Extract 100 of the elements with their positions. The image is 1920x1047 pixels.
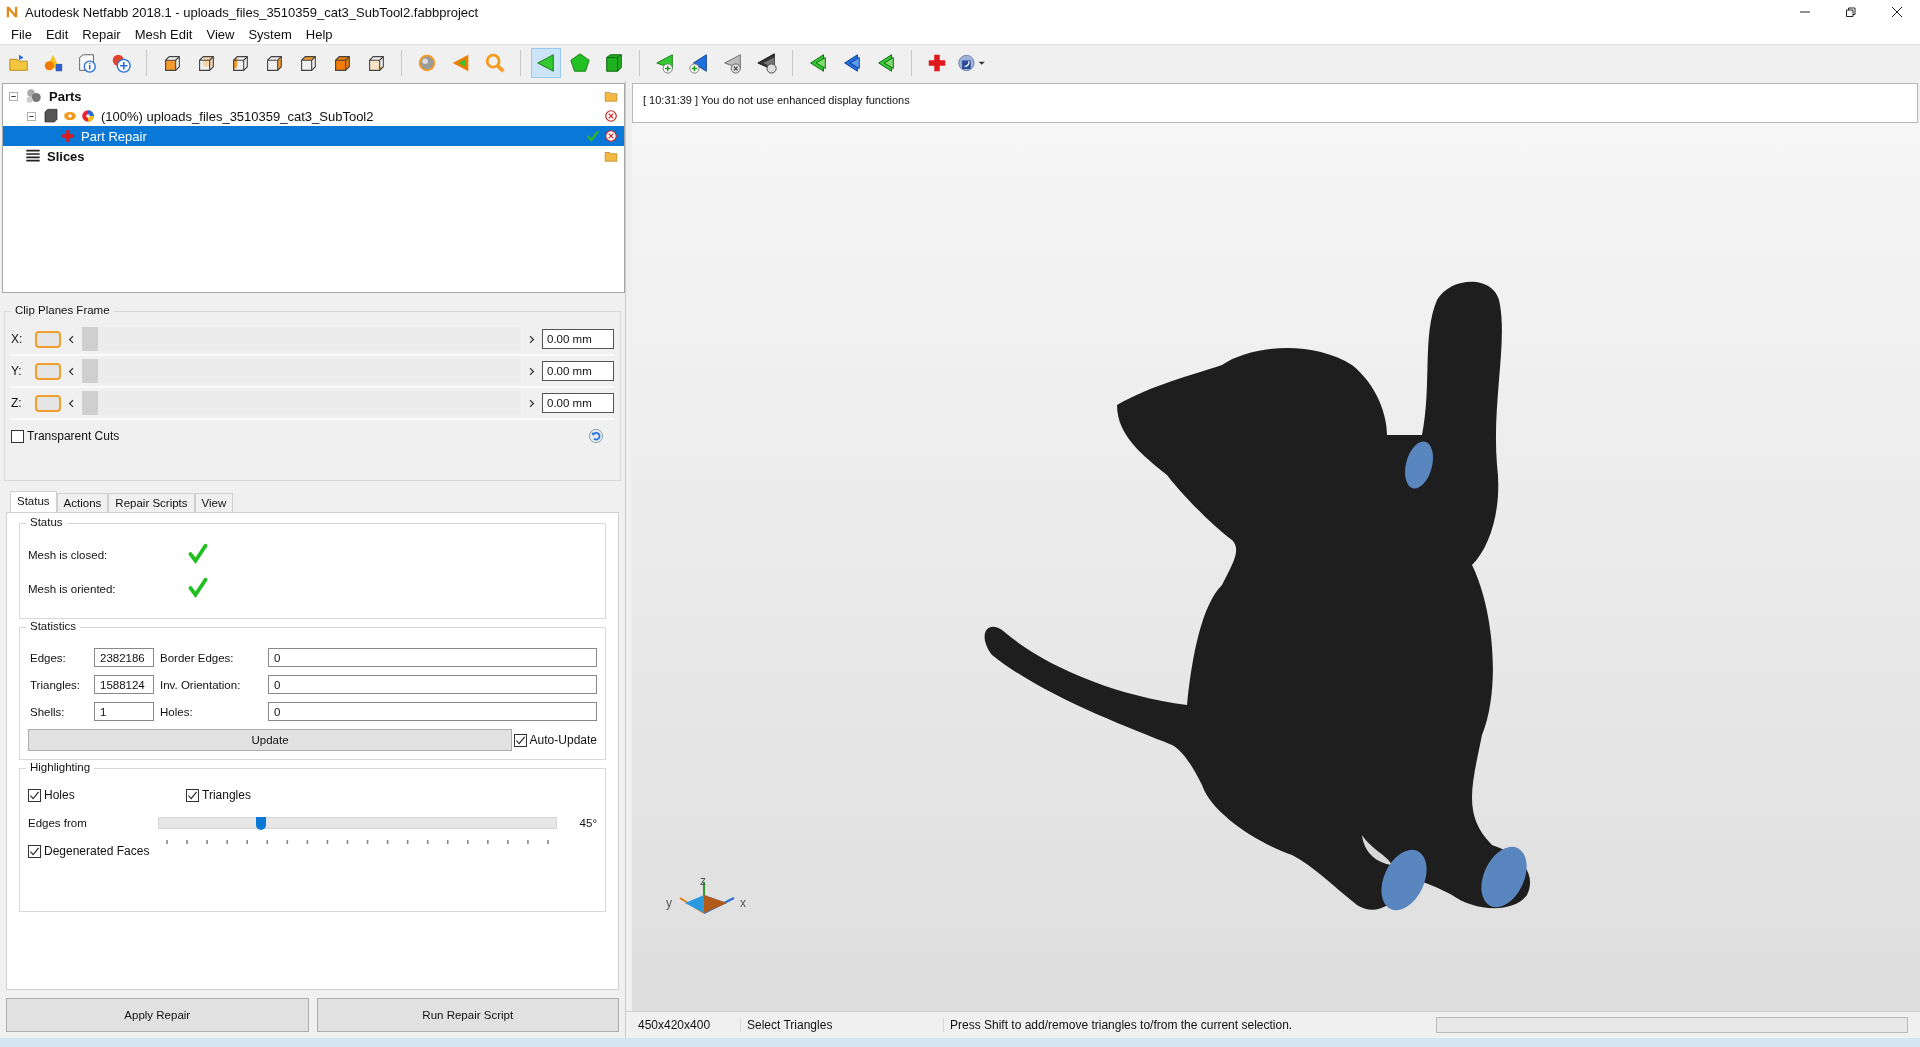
options-disk-icon — [957, 52, 978, 74]
tree-item[interactable]: Parts — [49, 88, 82, 104]
add-triangle-icon — [688, 52, 710, 74]
slider-track[interactable] — [82, 327, 521, 351]
value-field[interactable]: 0.00 mm — [542, 361, 614, 381]
group-title: Statistics — [26, 620, 80, 632]
folder-icon — [8, 52, 30, 74]
repair-cross-icon — [926, 52, 948, 74]
3d-viewport[interactable]: z y x — [632, 123, 1920, 1011]
checkbox[interactable] — [513, 733, 527, 747]
slider-thumb[interactable] — [82, 391, 98, 415]
check-icon[interactable] — [586, 129, 600, 143]
slider-track[interactable] — [82, 359, 521, 383]
close-icon[interactable] — [1891, 6, 1903, 18]
collapse-icon[interactable] — [9, 91, 18, 101]
value-field[interactable]: 1 — [94, 702, 154, 721]
app-logo-icon — [5, 5, 19, 19]
tab[interactable]: Status — [10, 491, 57, 512]
checkbox-label: Auto-Update — [529, 733, 597, 747]
magnifier-icon — [484, 52, 506, 74]
triangle-icon — [535, 52, 557, 74]
field-label: Triangles: — [29, 678, 82, 691]
slider-label: Edges from — [28, 817, 88, 829]
menu-item[interactable]: File — [4, 26, 39, 42]
group-title: Highlighting — [26, 761, 95, 773]
slider-thumb[interactable] — [82, 359, 98, 383]
axis-label: y — [666, 896, 672, 910]
menu-item[interactable]: System — [241, 26, 299, 42]
repair-cross-icon — [61, 129, 75, 143]
slider-track[interactable] — [82, 391, 521, 415]
checkbox-label: Holes — [44, 788, 75, 802]
plane-toggle[interactable] — [35, 330, 61, 348]
status-label: Mesh is oriented: — [28, 583, 117, 595]
menu-item[interactable]: Help — [298, 26, 340, 42]
axis-label: Z: — [11, 396, 23, 410]
chevron-left-icon[interactable] — [67, 334, 76, 344]
checkbox[interactable] — [11, 429, 24, 443]
log-message: [ 10:31:39 ] You do not use enhanced display functions — [632, 83, 1918, 123]
checkbox[interactable] — [186, 788, 199, 802]
eye-icon — [63, 109, 77, 123]
tab[interactable]: View — [194, 493, 234, 512]
pentagon-icon — [569, 52, 591, 74]
flip-triangle-icon — [875, 52, 897, 74]
slider-thumb[interactable] — [82, 327, 98, 351]
action-button[interactable]: Apply Repair — [6, 998, 309, 1032]
tree-item[interactable]: Slices — [47, 148, 85, 164]
remove-triangle-icon — [722, 52, 744, 74]
menu-item[interactable]: Edit — [38, 26, 76, 42]
info-icon — [76, 52, 98, 74]
chevron-right-icon[interactable] — [527, 366, 536, 376]
chevron-right-icon[interactable] — [527, 398, 536, 408]
checkbox[interactable] — [28, 844, 41, 858]
status-text: Press Shift to add/remove triangles to/from the current selection. — [949, 1018, 1294, 1032]
menu-item[interactable]: Repair — [75, 26, 128, 42]
chevron-left-icon[interactable] — [67, 366, 76, 376]
spheres-icon — [25, 87, 43, 105]
tree-item[interactable]: (100%) uploads_files_3510359_cat3_SubTool2 — [101, 108, 374, 124]
cat-model-drawing[interactable] — [984, 281, 1530, 911]
flip-triangle-icon — [841, 52, 863, 74]
slider-thumb[interactable] — [255, 817, 266, 830]
value-field[interactable]: 0 — [268, 648, 597, 667]
chevron-right-icon[interactable] — [527, 334, 536, 344]
value-field[interactable]: 0.00 mm — [542, 393, 614, 413]
collapse-icon[interactable] — [27, 111, 36, 121]
axis-label: Y: — [11, 364, 23, 378]
remove-icon[interactable] — [604, 109, 618, 123]
cube-icon — [603, 52, 625, 74]
value-field[interactable]: 0 — [268, 702, 597, 721]
axis-label: z — [700, 874, 706, 888]
value-field[interactable]: 2382186 — [94, 648, 154, 667]
slider-value: 45° — [578, 817, 597, 829]
axis-label: x — [740, 896, 746, 910]
slices-icon — [25, 148, 41, 164]
reset-icon[interactable] — [588, 428, 604, 444]
cube-icon — [43, 108, 59, 124]
add-part-icon — [110, 52, 132, 74]
update-button[interactable]: Update — [28, 729, 512, 751]
group-title: Status — [26, 516, 67, 528]
status-text: 450x420x400 — [632, 1018, 741, 1032]
menu-item[interactable]: View — [199, 26, 242, 42]
restore-icon[interactable] — [1845, 6, 1857, 18]
caret-icon — [977, 59, 985, 67]
group-title: Clip Planes Frame — [11, 304, 114, 316]
axis-label: X: — [11, 332, 24, 346]
menu-item[interactable]: Mesh Edit — [127, 26, 200, 42]
sphere-icon — [416, 52, 438, 74]
plane-toggle[interactable] — [35, 394, 61, 412]
chevron-left-icon[interactable] — [67, 398, 76, 408]
plane-toggle[interactable] — [35, 362, 61, 380]
value-field[interactable]: 0 — [268, 675, 597, 694]
tab[interactable]: Actions — [56, 493, 109, 512]
tab[interactable]: Repair Scripts — [108, 493, 195, 512]
flip-triangle-icon — [807, 52, 829, 74]
value-field[interactable]: 0.00 mm — [542, 329, 614, 349]
remove-icon[interactable] — [604, 129, 618, 143]
tree-item[interactable]: Part Repair — [81, 128, 147, 144]
value-field[interactable]: 1588124 — [94, 675, 154, 694]
field-label: Inv. Orientation: — [159, 678, 242, 691]
action-button[interactable]: Run Repair Script — [316, 998, 619, 1032]
checkbox[interactable] — [28, 788, 41, 802]
